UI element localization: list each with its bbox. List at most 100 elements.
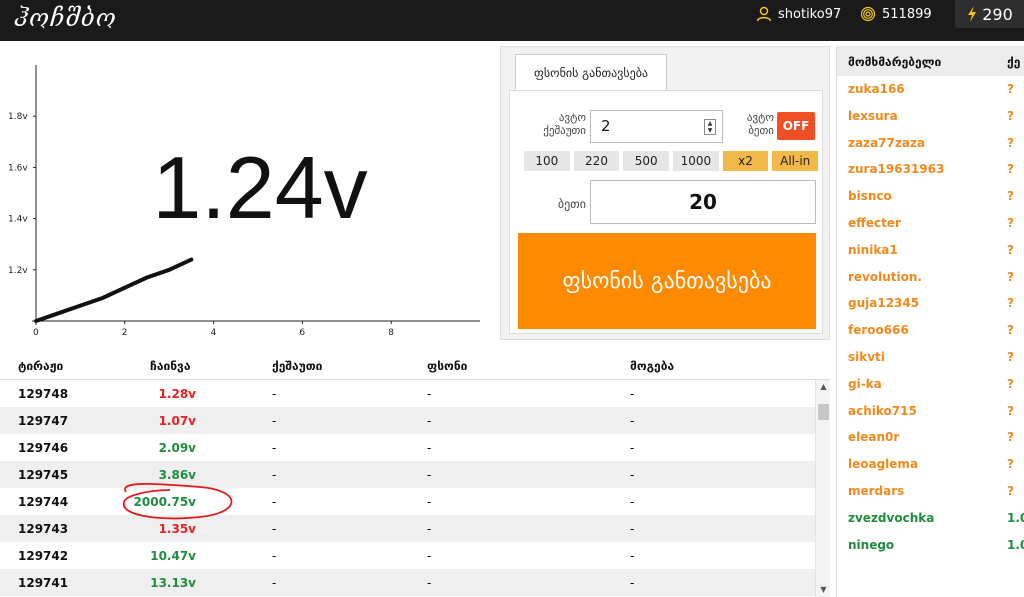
- list-item[interactable]: feroo666?: [837, 317, 1024, 343]
- user-cashout: ?: [1007, 162, 1014, 177]
- user-cashout: ?: [1007, 403, 1014, 418]
- scroll-down-icon[interactable]: ▼: [816, 583, 830, 597]
- crash-multiplier: 1.35v: [158, 522, 196, 536]
- col-crash: ჩაინვა: [150, 359, 191, 373]
- cashout-value: -: [272, 549, 277, 563]
- bet-panel: ფსონის განთავსება ავტო ქეშაუთი 2 ▲ ▼ ავტო…: [500, 46, 830, 340]
- quick-amount-1000[interactable]: 1000: [673, 151, 719, 171]
- tab-place-bet[interactable]: ფსონის განთავსება: [515, 54, 667, 90]
- col-win: მოგება: [630, 359, 675, 373]
- user-account[interactable]: shotiko97: [756, 0, 841, 28]
- list-item[interactable]: effecter?: [837, 210, 1024, 236]
- x-tick-label: 8: [388, 328, 394, 338]
- user-cashout: ?: [1007, 269, 1014, 284]
- user-name: zuka166: [848, 82, 905, 96]
- scroll-up-icon[interactable]: ▲: [816, 380, 830, 394]
- table-row: 129745 3.86v - - -: [0, 461, 815, 488]
- round-id: 129743: [18, 522, 69, 536]
- win-value: -: [630, 549, 635, 563]
- quick-amount-500[interactable]: 500: [623, 151, 670, 171]
- top-bar: ჰოჩშბო shotiko97 511899 290: [0, 0, 1024, 41]
- logo[interactable]: ჰოჩშბო: [14, 4, 117, 32]
- stepper-arrows-icon[interactable]: ▲ ▼: [704, 119, 716, 135]
- x-tick-label: 0: [33, 328, 39, 338]
- round-id: 129744: [18, 495, 69, 509]
- table-row: 129748 1.28v - - -: [0, 380, 815, 407]
- bet-value: -: [427, 522, 432, 536]
- list-item[interactable]: bisnco?: [837, 183, 1024, 209]
- user-name: feroo666: [848, 323, 909, 338]
- cashout-value: -: [272, 387, 277, 401]
- win-value: -: [630, 495, 635, 509]
- quick-amounts: 100 220 500 1000 x2 All-in: [524, 151, 819, 171]
- bet-value: -: [427, 549, 432, 563]
- quick-amount-100[interactable]: 100: [524, 151, 570, 171]
- round-id: 129742: [18, 549, 69, 563]
- list-item[interactable]: zvezdvochka 1.0: [837, 505, 1024, 531]
- crash-multiplier: 2.09v: [158, 441, 196, 455]
- list-item[interactable]: zaza77zaza?: [837, 130, 1024, 156]
- list-item[interactable]: gi-ka?: [837, 371, 1024, 397]
- list-item[interactable]: elean0r?: [837, 424, 1024, 450]
- user-name: zaza77zaza: [848, 135, 926, 150]
- user-name: lexsura: [848, 108, 898, 123]
- bet-amount-label: ბეთი: [557, 197, 586, 211]
- auto-bet-toggle[interactable]: OFF: [777, 112, 815, 140]
- current-multiplier: 1.24v: [152, 138, 368, 237]
- user-name: ninika1: [848, 242, 898, 257]
- table-row: 129741 13.13v - - -: [0, 569, 815, 596]
- y-tick-label: 1.6v: [8, 163, 28, 173]
- list-item[interactable]: zura19631963?: [837, 156, 1024, 182]
- list-item[interactable]: achiko715?: [837, 398, 1024, 424]
- cashout-value: -: [272, 576, 277, 590]
- energy-balance[interactable]: 290: [955, 0, 1024, 28]
- col-bet: ფსონი: [427, 359, 468, 373]
- username: shotiko97: [778, 6, 842, 22]
- user-name: elean0r: [848, 430, 900, 445]
- points-value: 511899: [882, 6, 932, 22]
- list-item[interactable]: leoaglema?: [837, 451, 1024, 477]
- double-bet-button[interactable]: x2: [722, 151, 769, 171]
- energy-value: 290: [982, 4, 1013, 24]
- user-cashout: ?: [1007, 350, 1014, 364]
- user-name: merdars: [848, 484, 905, 498]
- scroll-thumb[interactable]: [818, 404, 829, 420]
- bet-value: -: [427, 441, 432, 455]
- user-name: effecter: [848, 216, 901, 230]
- user-name: bisnco: [848, 189, 892, 204]
- y-tick-label: 1.8v: [8, 112, 28, 122]
- y-tick-label: 1.4v: [8, 215, 28, 225]
- cashout-value: -: [272, 441, 277, 455]
- place-bet-button[interactable]: ფსონის განთავსება: [518, 233, 816, 329]
- user-cashout: 1.0: [1007, 537, 1024, 552]
- y-tick-label: 1.2v: [8, 266, 28, 276]
- list-item[interactable]: lexsura?: [837, 103, 1024, 129]
- table-scrollbar[interactable]: ▲ ▼: [815, 380, 830, 597]
- auto-cashout-label: ავტო ქეშაუთი: [543, 111, 586, 137]
- bet-value: -: [427, 414, 432, 428]
- user-cashout: ?: [1007, 216, 1014, 230]
- user-cashout: ?: [1007, 376, 1014, 391]
- list-item[interactable]: sikvti?: [837, 344, 1024, 370]
- win-value: -: [630, 576, 635, 590]
- cashout-value: -: [272, 522, 277, 536]
- round-id: 129747: [18, 414, 69, 428]
- auto-cashout-input[interactable]: 2 ▲ ▼: [590, 110, 723, 143]
- list-item[interactable]: revolution.?: [837, 264, 1024, 290]
- list-item[interactable]: ninego 1.0: [837, 532, 1024, 558]
- win-value: -: [630, 522, 635, 536]
- rounds-table: ტირაჟი ჩაინვა ქეშაუთი ფსონი მოგება 12974…: [0, 352, 830, 597]
- list-item[interactable]: guja12345?: [837, 290, 1024, 316]
- user-cashout: ?: [1007, 135, 1014, 150]
- bet-amount-input[interactable]: 20: [590, 180, 816, 224]
- round-id: 129741: [18, 576, 69, 590]
- table-header: ტირაჟი ჩაინვა ქეშაუთი ფსონი მოგება: [0, 352, 830, 380]
- col-cashout: ქეშაუთი: [272, 359, 323, 373]
- list-item[interactable]: zuka166?: [837, 76, 1024, 102]
- crash-multiplier: 10.47v: [150, 549, 196, 563]
- list-item[interactable]: ninika1?: [837, 237, 1024, 263]
- all-in-button[interactable]: All-in: [772, 151, 819, 171]
- list-item[interactable]: merdars?: [837, 478, 1024, 504]
- series-line: [34, 257, 194, 323]
- quick-amount-220[interactable]: 220: [573, 151, 620, 171]
